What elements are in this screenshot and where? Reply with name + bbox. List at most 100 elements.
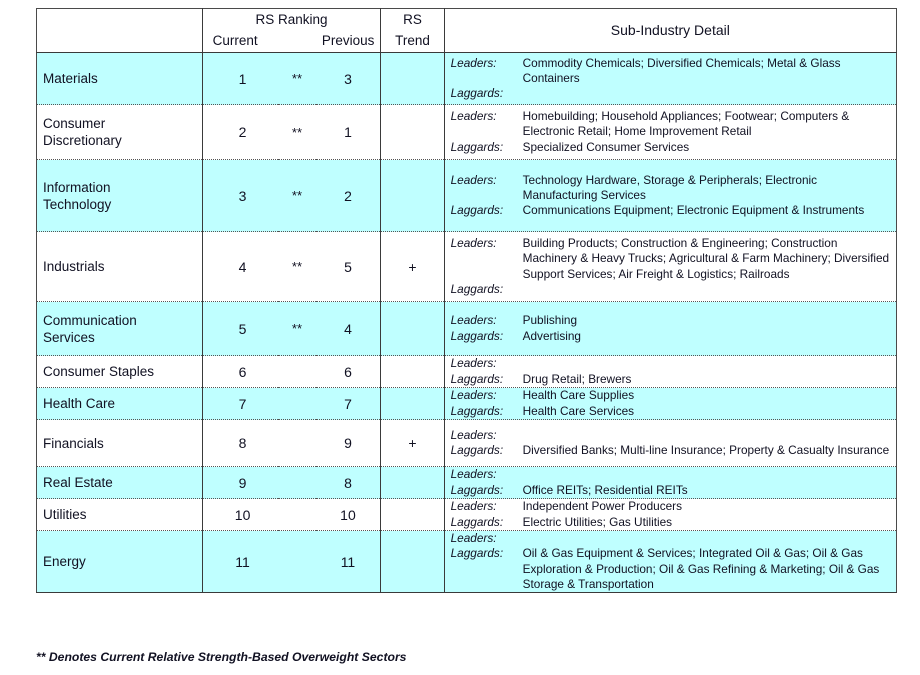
leaders-laggards-table: Leaders: Publishing Laggards: Advertising	[444, 313, 896, 344]
rank-current-cell: 1	[202, 52, 279, 105]
laggards-row: Laggards: Communications Equipment; Elect…	[444, 203, 896, 219]
leaders-laggards-table: Leaders: Homebuilding; Household Applianc…	[445, 109, 896, 155]
rank-previous-cell: 3	[315, 52, 382, 105]
header-row-top: RS Ranking RS Sub-Industry Detail	[37, 8, 897, 38]
leaders-value: Health Care Supplies	[522, 388, 896, 404]
leaders-row: Leaders: Technology Hardware, Storage & P…	[444, 172, 896, 204]
leaders-value	[523, 356, 896, 371]
leaders-row: Leaders:	[444, 467, 896, 483]
leaders-laggards-table: Leaders: Health Care Supplies Laggards: Hea…	[444, 388, 896, 419]
rs-trend-cell: +	[380, 419, 445, 467]
laggards-label: Laggards:	[444, 403, 523, 419]
rs-trend-cell	[380, 159, 445, 232]
overweight-marker	[278, 355, 316, 388]
laggards-value: Oil & Gas Equipment & Services; Integrat…	[522, 546, 896, 593]
overweight-marker	[278, 498, 316, 531]
rank-previous-cell: 9	[315, 419, 382, 467]
sub-industry-detail-cell: Leaders: Publishing Laggards: Advertising	[444, 301, 897, 356]
laggards-label: Laggards:	[444, 546, 523, 593]
rank-current-cell: 2	[202, 104, 279, 160]
overweight-marker	[278, 387, 316, 420]
laggards-label: Laggards:	[450, 371, 504, 386]
overweight-marker: **	[278, 104, 316, 160]
sector-name-line: Financials	[43, 435, 104, 451]
leaders-laggards-table: Leaders: Independent Power Producers Lagga…	[445, 499, 896, 530]
laggards-label: Laggards:	[444, 203, 523, 219]
leaders-label: Leaders:	[450, 235, 497, 250]
laggards-row: Laggards:	[444, 86, 896, 102]
overweight-marker: **	[278, 231, 316, 302]
leaders-row: Leaders: Homebuilding; Household Applianc…	[445, 109, 896, 140]
rank-current-cell: 6	[202, 355, 279, 388]
leaders-label: Leaders:	[444, 55, 523, 87]
sector-name-line: Communication	[43, 312, 137, 328]
leaders-label: Leaders:	[444, 313, 523, 329]
sub-industry-detail-cell: Leaders: Technology Hardware, Storage & P…	[444, 159, 897, 232]
rank-previous-cell: 8	[315, 466, 382, 499]
sector-name-line: Information	[43, 179, 111, 195]
overweight-marker: **	[278, 159, 316, 232]
table-row: Utilities 10 10 Leaders: Independent Power P…	[36, 498, 897, 531]
leaders-laggards-table: Leaders: Laggards: Oil & Gas Equipment & S…	[444, 531, 896, 593]
laggards-value: Electric Utilities; Gas Utilities	[522, 514, 673, 529]
sector-name-cell: Consumer Discretionary	[36, 104, 203, 160]
laggards-value: Advertising	[522, 328, 896, 344]
leaders-row: Leaders: Commodity Chemicals; Diversified…	[444, 55, 896, 87]
overweight-marker	[278, 466, 316, 499]
leaders-value	[523, 428, 896, 443]
rank-current-cell: 7	[202, 387, 279, 420]
laggards-row: Laggards: Drug Retail; Brewers	[445, 372, 896, 387]
sector-name-line: Real Estate	[43, 475, 113, 490]
sector-name-line: Discretionary	[43, 133, 122, 148]
leaders-value	[522, 467, 896, 483]
sub-industry-detail-cell: Leaders: Laggards: Drug Retail; Brewers	[444, 355, 897, 388]
leaders-value: Technology Hardware, Storage & Periphera…	[522, 172, 896, 204]
header-current: Current	[201, 30, 316, 53]
table-row: Consumer Discretionary 2 ** 1 Leaders: Homebui…	[36, 104, 897, 160]
overweight-marker	[278, 529, 316, 594]
rank-current-cell: 3	[202, 159, 279, 232]
leaders-value: Homebuilding; Household Appliances; Foot…	[522, 109, 850, 139]
rank-previous-cell: 11	[315, 529, 382, 594]
leaders-value: Building Products; Construction & Engine…	[522, 235, 890, 281]
rank-current-cell: 5	[202, 301, 279, 356]
laggards-row: Laggards: Office REITs; Residential REITs	[444, 482, 896, 498]
rs-ranking-sheet: RS Ranking RS Sub-Industry Detail Curren…	[36, 8, 897, 594]
laggards-label: Laggards:	[450, 281, 504, 296]
laggards-value	[522, 86, 896, 102]
header-rs-ranking: RS Ranking	[201, 8, 382, 30]
sector-name-line: Materials	[43, 71, 98, 86]
sector-name-cell: Real Estate	[36, 466, 203, 499]
leaders-value: Commodity Chemicals; Diversified Chemica…	[522, 55, 896, 87]
table-row: Industrials 4 ** 5 + Leaders: Building Product…	[36, 231, 897, 302]
sector-name-line: Consumer Staples	[43, 364, 155, 379]
leaders-laggards-table: Leaders: Laggards: Diversified Banks; Mult…	[445, 428, 896, 459]
sub-industry-detail-cell: Leaders: Laggards: Diversified Banks; Mult…	[444, 419, 897, 467]
leaders-label: Leaders:	[444, 172, 523, 204]
leaders-value: Independent Power Producers	[522, 499, 682, 514]
sector-name-cell: Consumer Staples	[36, 355, 203, 388]
laggards-row: Laggards: Diversified Banks; Multi-line I…	[445, 443, 896, 458]
sub-industry-detail-cell: Leaders: Laggards: Office REITs; Residenti…	[444, 466, 897, 499]
sector-name-cell: Health Care	[36, 387, 203, 420]
laggards-row: Laggards:	[445, 282, 896, 297]
leaders-label: Leaders:	[450, 499, 497, 514]
leaders-laggards-table: Leaders: Technology Hardware, Storage & P…	[444, 172, 896, 219]
leaders-row: Leaders:	[445, 356, 896, 371]
table-row: Real Estate 9 8 Leaders: Laggards: Office REI…	[36, 466, 897, 499]
laggards-value: Diversified Banks; Multi-line Insurance;…	[522, 443, 890, 457]
table-row: Health Care 7 7 Leaders: Health Care Supplie…	[36, 387, 897, 420]
rs-trend-cell	[380, 529, 445, 594]
laggards-row: Laggards: Oil & Gas Equipment & Services;…	[444, 546, 896, 593]
sector-name-line: Consumer	[43, 116, 106, 131]
footnote: ** Denotes Current Relative Strength-Bas…	[36, 650, 407, 664]
rs-trend-cell	[380, 498, 445, 531]
leaders-row: Leaders: Building Products; Construction …	[445, 236, 896, 282]
rank-previous-cell: 7	[315, 387, 382, 420]
rank-previous-cell: 1	[315, 104, 382, 160]
laggards-row: Laggards: Specialized Consumer Services	[445, 140, 896, 155]
rank-current-cell: 11	[202, 529, 279, 594]
rs-trend-cell	[380, 52, 445, 105]
leaders-value	[522, 531, 896, 547]
sub-industry-detail-cell: Leaders: Homebuilding; Household Applianc…	[444, 104, 897, 160]
